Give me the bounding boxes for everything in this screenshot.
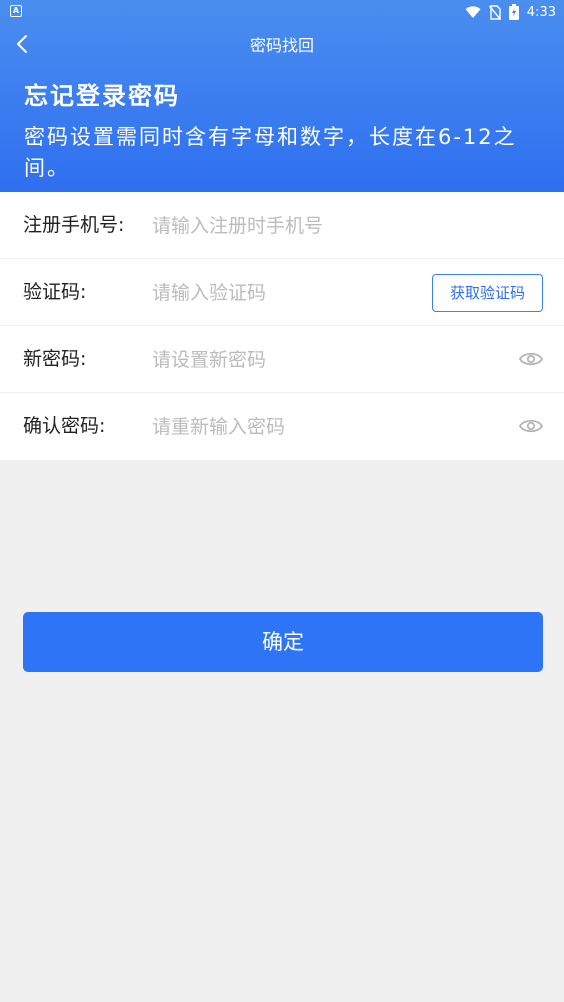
hero-title: 忘记登录密码 xyxy=(24,82,180,110)
new-password-row: 新密码: xyxy=(0,326,564,393)
confirm-password-input[interactable] xyxy=(152,407,492,447)
get-code-button[interactable]: 获取验证码 xyxy=(432,274,543,312)
code-row: 验证码: 获取验证码 xyxy=(0,259,564,326)
battery-charging-icon xyxy=(508,4,519,20)
confirm-button[interactable]: 确定 xyxy=(23,612,543,672)
hero-description: 密码设置需同时含有字母和数字，长度在6-12之间。 xyxy=(24,125,517,180)
new-password-input[interactable] xyxy=(152,340,492,380)
new-password-label: 新密码: xyxy=(23,348,87,370)
reset-password-form: 注册手机号: 验证码: 获取验证码 新密码: 确认密码: xyxy=(0,192,564,460)
wifi-icon xyxy=(465,5,481,19)
code-input[interactable] xyxy=(152,273,412,313)
status-bar: A 4:33 xyxy=(0,0,564,24)
confirm-password-row: 确认密码: xyxy=(0,393,564,460)
eye-icon xyxy=(518,419,544,433)
status-time: 4:33 xyxy=(526,4,556,20)
phone-row: 注册手机号: xyxy=(0,192,564,259)
header: A 4:33 密码找回 忘记登录密码 密码设置需同时含有字母和数字，长度在6-1… xyxy=(0,0,564,192)
app-notification-icon: A xyxy=(10,5,22,17)
no-sim-icon xyxy=(488,4,501,20)
phone-label: 注册手机号: xyxy=(23,214,125,236)
eye-icon xyxy=(518,352,544,366)
toggle-confirm-password-visibility[interactable] xyxy=(518,415,544,437)
nav-bar: 密码找回 xyxy=(0,24,564,64)
page-title: 密码找回 xyxy=(249,36,314,55)
confirm-password-label: 确认密码: xyxy=(23,415,106,437)
toggle-new-password-visibility[interactable] xyxy=(518,348,544,370)
phone-input[interactable] xyxy=(152,206,422,246)
code-label: 验证码: xyxy=(23,281,87,303)
status-icons: 4:33 xyxy=(465,2,556,22)
